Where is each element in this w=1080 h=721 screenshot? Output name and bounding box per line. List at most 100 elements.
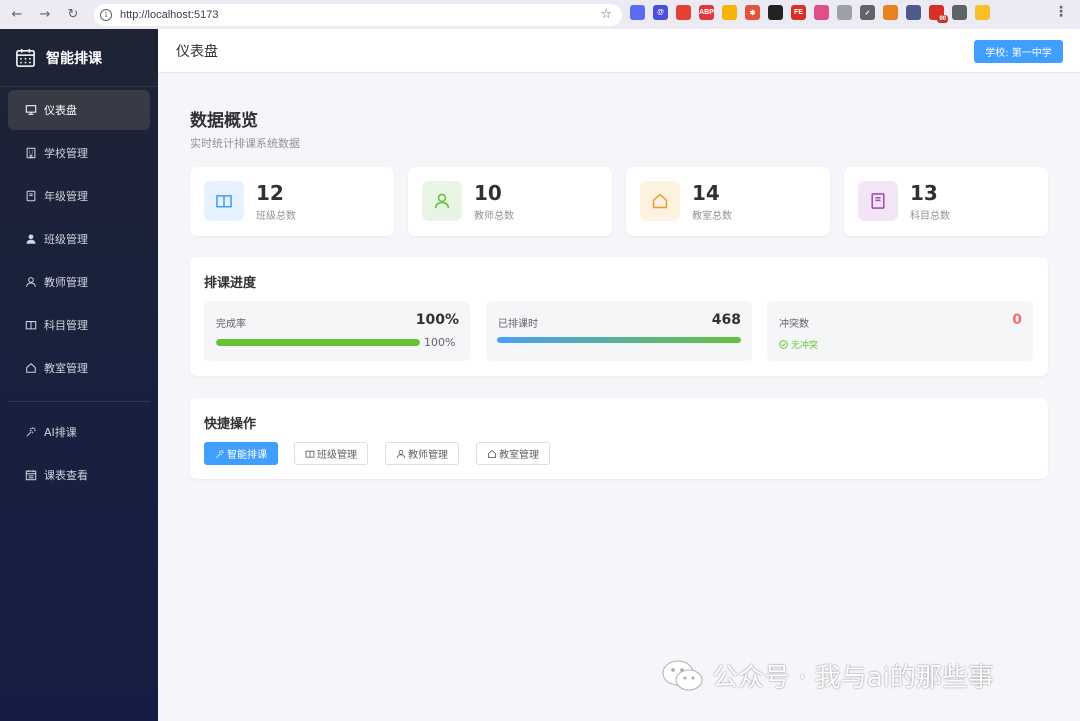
- address-bar[interactable]: i http://localhost:5173 ☆: [94, 3, 622, 26]
- sidebar-item-label: 仪表盘: [44, 104, 77, 117]
- stat-label: 教师总数: [474, 211, 514, 222]
- quick-action-label: 班级管理: [317, 450, 357, 461]
- sidebar-item-label: 教师管理: [44, 276, 88, 289]
- quick-action-button[interactable]: 教师管理: [385, 442, 459, 465]
- bookmark-star-icon[interactable]: ☆: [600, 7, 612, 22]
- sidebar-item-notebook[interactable]: 年级管理: [8, 176, 150, 216]
- sidebar-item-user-filled[interactable]: 班级管理: [8, 219, 150, 259]
- monitor-icon: [24, 103, 38, 117]
- sidebar-item-magic-stick[interactable]: AI排课: [8, 412, 150, 452]
- scheduled-progress-bar: [497, 337, 741, 343]
- extension-label: FE: [794, 9, 803, 16]
- conflicts-box: 冲突数 0 无冲突: [767, 301, 1033, 361]
- quick-action-label: 智能排课: [227, 450, 267, 461]
- conflicts-status: 无冲突: [779, 338, 818, 351]
- ext-abp-icon[interactable]: ABP: [699, 5, 714, 20]
- calendar-icon: [24, 468, 38, 482]
- site-info-icon[interactable]: i: [100, 8, 112, 21]
- ext-check-icon[interactable]: ✓: [860, 5, 875, 20]
- completion-value: 100%: [415, 312, 459, 328]
- house-icon: [24, 361, 38, 375]
- stat-label: 班级总数: [256, 211, 296, 222]
- browser-menu-icon[interactable]: ⋮: [1054, 4, 1068, 20]
- stat-value: 10: [474, 181, 502, 205]
- sidebar: 智能排课 仪表盘学校管理年级管理班级管理教师管理科目管理 教室管理 AI排课课表查看: [0, 29, 158, 721]
- brand-name: 智能排课: [46, 50, 102, 67]
- house-icon: [487, 449, 497, 459]
- stat-value: 14: [692, 181, 720, 205]
- quick-action-button[interactable]: 班级管理: [294, 442, 368, 465]
- sidebar-item-house[interactable]: 教室管理: [8, 348, 150, 388]
- extensions-tray: @ ABP ✱ FE ✓ 90: [630, 5, 990, 23]
- quick-action-label: 教师管理: [408, 450, 448, 461]
- stat-label: 教室总数: [692, 211, 732, 222]
- ext-bird-icon[interactable]: [906, 5, 921, 20]
- completion-box: 完成率 100% 100%: [204, 301, 470, 361]
- sidebar-item-monitor[interactable]: 仪表盘: [8, 90, 150, 130]
- ext-puzzle-icon[interactable]: [952, 5, 967, 20]
- ext-spark-icon[interactable]: ✱: [745, 5, 760, 20]
- stat-value: 13: [910, 181, 938, 205]
- sidebar-item-user[interactable]: 教师管理: [8, 262, 150, 302]
- reload-icon[interactable]: ↻: [62, 4, 84, 26]
- sidebar-divider: [8, 401, 150, 402]
- forward-arrow-icon[interactable]: →: [34, 4, 56, 26]
- brand: 智能排课: [0, 29, 158, 87]
- quick-action-button[interactable]: 教室管理: [476, 442, 550, 465]
- ext-at-icon[interactable]: @: [653, 5, 668, 20]
- ext-fe-icon[interactable]: FE: [791, 5, 806, 20]
- stat-card: 10 教师总数: [408, 167, 612, 236]
- quick-actions-panel: 快捷操作 智能排课 班级管理 教师管理 教室管理: [190, 398, 1048, 479]
- ext-blue-face-icon[interactable]: [630, 5, 645, 20]
- ext-red-badge-icon[interactable]: 90: [929, 5, 948, 23]
- ext-chrome-icon[interactable]: [676, 5, 691, 20]
- ext-gray-circle-icon[interactable]: [837, 5, 852, 20]
- magic-stick-icon: [24, 425, 38, 439]
- extension-label: ✓: [864, 9, 871, 17]
- book-icon: [24, 318, 38, 332]
- progress-panel: 排课进度 完成率 100% 100% 已排课时 468 冲突数 0 无冲突: [190, 257, 1048, 376]
- sidebar-menu: 仪表盘学校管理年级管理班级管理教师管理科目管理 教室管理 AI排课课表查看: [0, 87, 158, 495]
- magic-stick-icon: [215, 449, 225, 459]
- ext-fox-icon[interactable]: [883, 5, 898, 20]
- scheduled-label: 已排课时: [498, 319, 538, 330]
- conflicts-status-text: 无冲突: [791, 341, 819, 351]
- stat-card: 14 教室总数: [626, 167, 830, 236]
- stat-card: 13 科目总数: [844, 167, 1048, 236]
- header: 仪表盘 学校: 第一中学: [158, 29, 1080, 73]
- watermark-text: 公众号 · 我与ai的那些事: [712, 663, 994, 693]
- extension-label: ABP: [699, 9, 714, 16]
- sidebar-item-building[interactable]: 学校管理: [8, 133, 150, 173]
- circle-check-icon: [779, 340, 788, 349]
- extension-badge: 90: [937, 15, 948, 23]
- progress-title: 排课进度: [204, 276, 257, 291]
- completion-progress-bar: [216, 339, 420, 346]
- sidebar-item-label: 年级管理: [44, 190, 88, 203]
- main-content: 数据概览 实时统计排课系统数据 12 班级总数 10 教师总数 14 教室总数 13 科目总数…: [158, 73, 1080, 721]
- page-title: 仪表盘: [176, 44, 218, 60]
- conflicts-label: 冲突数: [779, 319, 809, 330]
- ext-profile-icon[interactable]: [975, 5, 990, 20]
- stat-card: 12 班级总数: [190, 167, 394, 236]
- quick-action-button[interactable]: 智能排课: [204, 442, 278, 465]
- sidebar-item-label: AI排课: [44, 426, 77, 439]
- sidebar-item-calendar[interactable]: 课表查看: [8, 455, 150, 495]
- sidebar-item-book[interactable]: 科目管理: [8, 305, 150, 345]
- browser-toolbar: ← → ↻ i http://localhost:5173 ☆ @ ABP ✱ FE ✓…: [0, 0, 1080, 29]
- school-selector-button[interactable]: 学校: 第一中学: [974, 40, 1063, 63]
- completion-progress-fill: [216, 339, 420, 346]
- ext-pink-icon[interactable]: [814, 5, 829, 20]
- user-icon: [422, 181, 462, 221]
- ext-yellow-icon[interactable]: [722, 5, 737, 20]
- back-arrow-icon[interactable]: ←: [6, 4, 28, 26]
- book-icon: [305, 449, 315, 459]
- overview-title: 数据概览: [190, 111, 258, 131]
- sidebar-item-label: 课表查看: [44, 469, 88, 482]
- overview-subtitle: 实时统计排课系统数据: [190, 137, 300, 150]
- sidebar-item-label: 班级管理: [44, 233, 88, 246]
- scheduled-box: 已排课时 468: [486, 301, 752, 361]
- extension-label: ✱: [749, 9, 756, 17]
- watermark: 公众号 · 我与ai的那些事: [662, 657, 994, 694]
- ext-black-icon[interactable]: [768, 5, 783, 20]
- user-filled-icon: [24, 232, 38, 246]
